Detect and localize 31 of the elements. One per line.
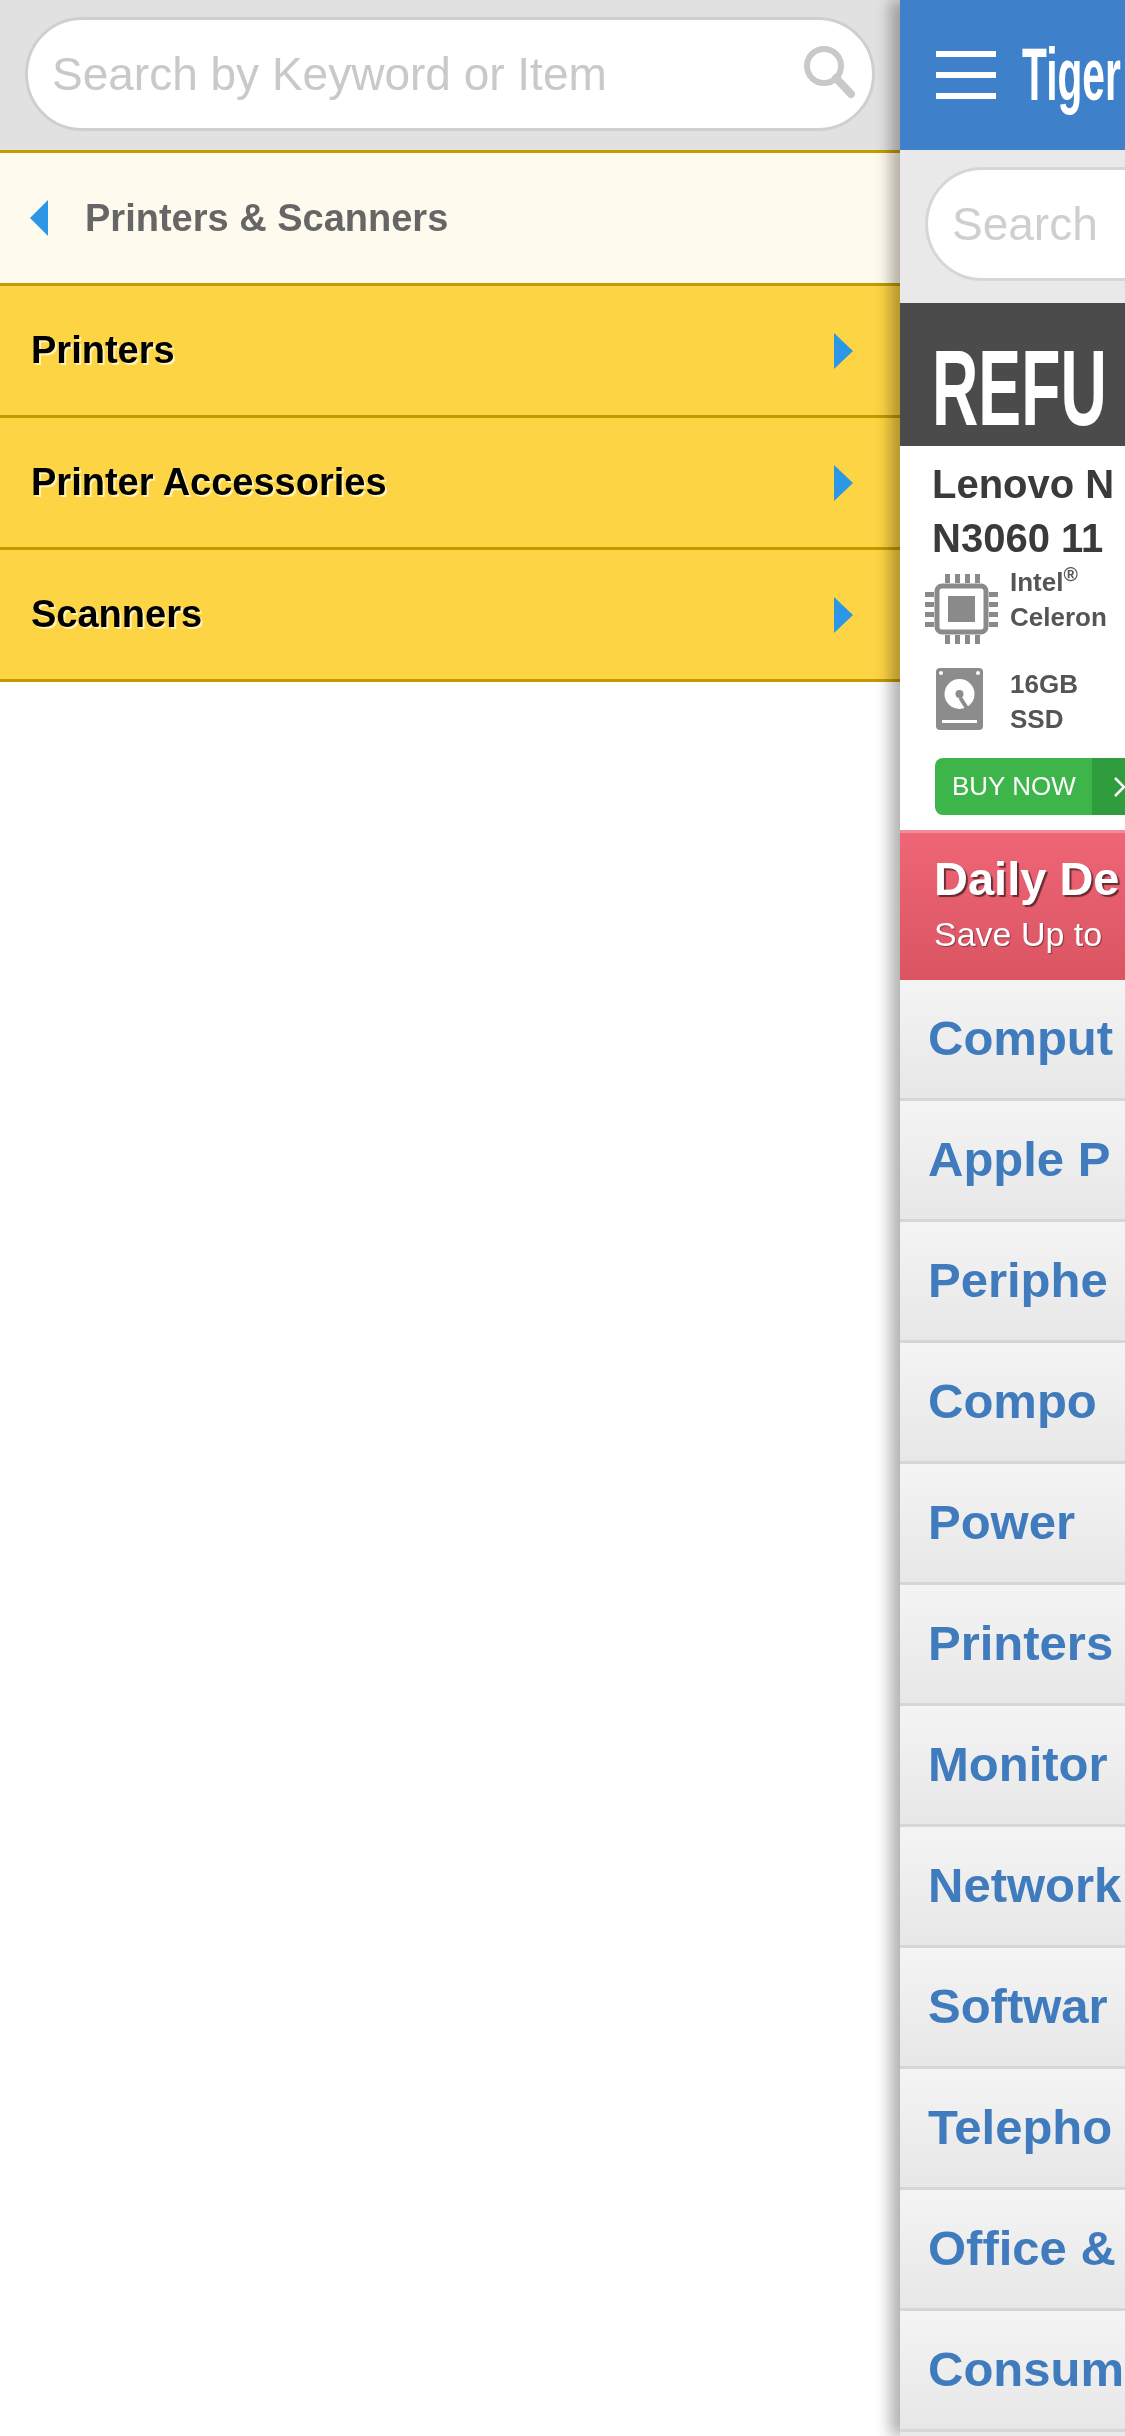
- category-item[interactable]: Comput: [900, 980, 1125, 1101]
- category-item[interactable]: Telepho: [900, 2069, 1125, 2190]
- category-item[interactable]: Compo: [900, 1343, 1125, 1464]
- spec-label: Intel$^{®}$ Celeron: [1010, 565, 1107, 634]
- menu-item[interactable]: Printers: [0, 286, 900, 418]
- caret-right-icon: [834, 332, 853, 369]
- caret-right-icon: [834, 596, 853, 633]
- hard-drive-icon: [936, 668, 983, 730]
- category-item[interactable]: Office &: [900, 2190, 1125, 2311]
- spec-label: 16GB SSD: [1010, 668, 1078, 736]
- category-item[interactable]: Softwar: [900, 1948, 1125, 2069]
- menu-item[interactable]: Printer Accessories: [0, 418, 900, 550]
- deals-subtitle: Save Up to: [934, 917, 1104, 951]
- product-title[interactable]: Lenovo N N3060 11: [900, 457, 1125, 565]
- caret-left-icon: [30, 200, 48, 236]
- category-item[interactable]: Consum: [900, 2311, 1125, 2432]
- deals-banner[interactable]: Daily De Save Up to: [900, 830, 1125, 980]
- category-item[interactable]: Periphe: [900, 1222, 1125, 1343]
- category-item[interactable]: Monitor: [900, 1706, 1125, 1827]
- menu-item[interactable]: Scanners: [0, 550, 900, 682]
- banner-title: REFU: [932, 335, 1107, 442]
- category-item[interactable]: Network: [900, 1827, 1125, 1948]
- category-item[interactable]: Power: [900, 1464, 1125, 1585]
- category-item[interactable]: Apple P: [900, 1101, 1125, 1222]
- menu-icon[interactable]: [936, 51, 996, 99]
- chip-icon: [925, 574, 998, 644]
- buy-now-button[interactable]: BUY NOW: [935, 758, 1125, 815]
- chevron-right-icon: [1114, 776, 1125, 797]
- caret-right-icon: [834, 464, 853, 501]
- category-item[interactable]: Printers: [900, 1585, 1125, 1706]
- back-button[interactable]: Printers & Scanners: [0, 153, 900, 286]
